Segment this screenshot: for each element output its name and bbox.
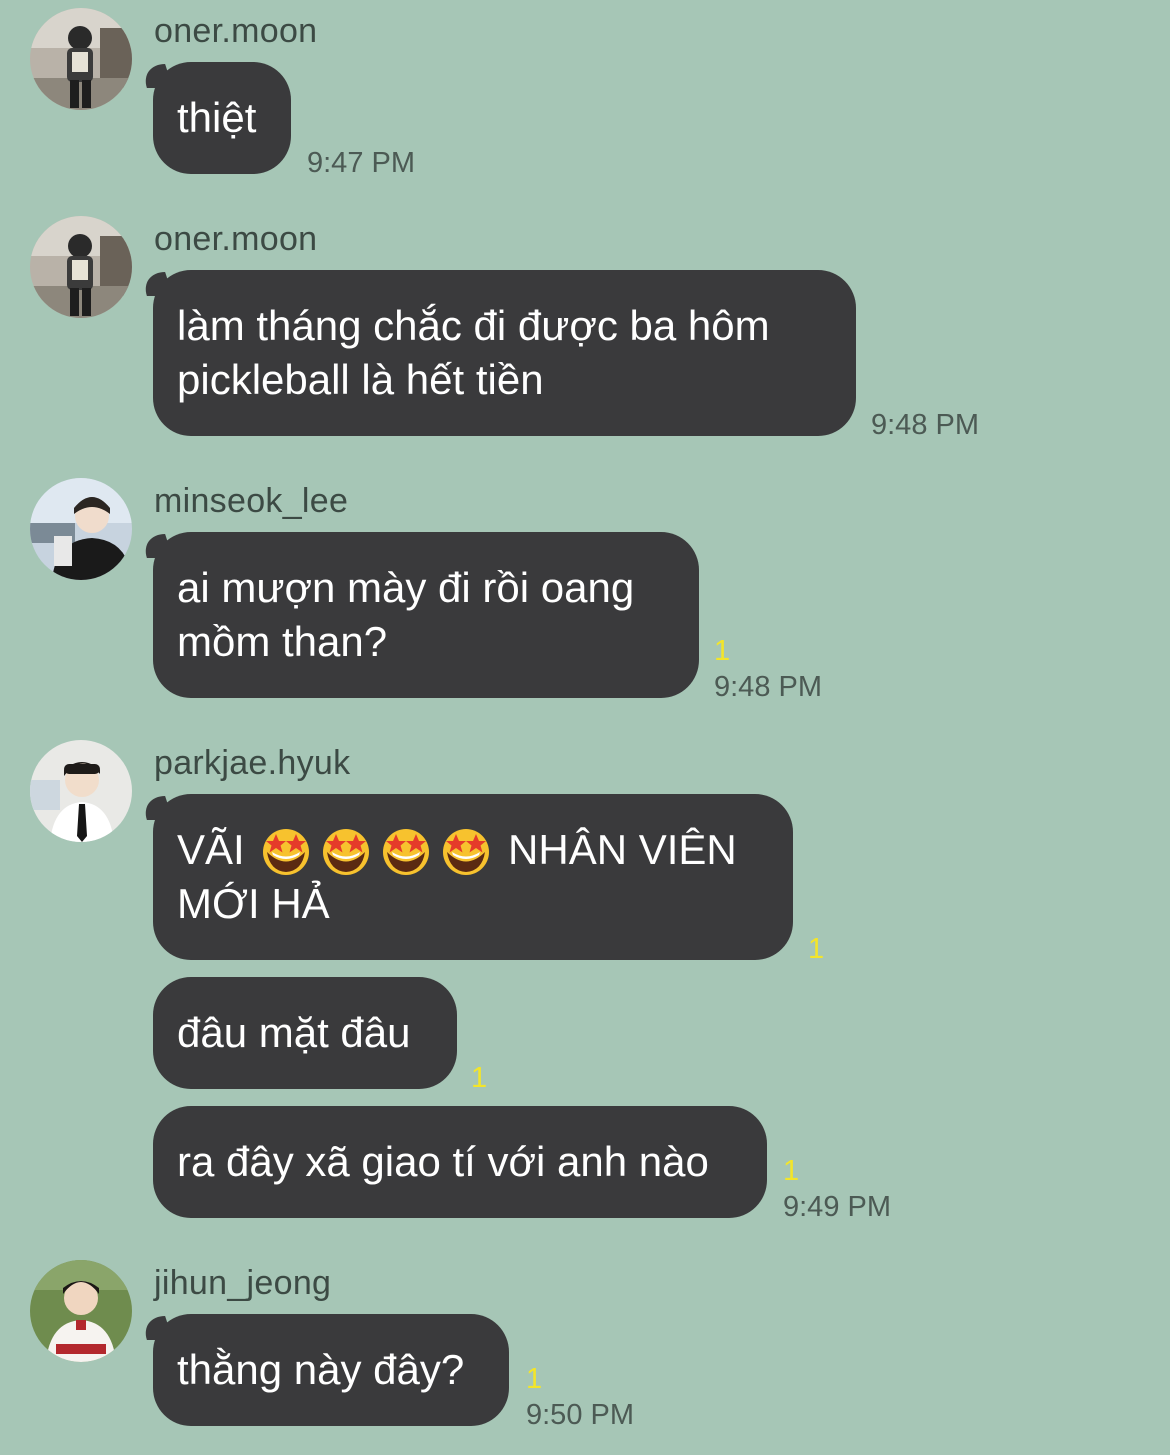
sender-name: parkjae.hyuk (154, 744, 351, 782)
avatar-jihun-jeong[interactable] (30, 1260, 132, 1362)
message-text: thằng này đây? (177, 1346, 465, 1393)
sender-name: oner.moon (154, 220, 318, 258)
message-bubble[interactable]: VÃI NHÂN VIÊN MỚI HẢ (153, 794, 793, 960)
unread-count: 1 (808, 933, 825, 965)
message-text: MỚI HẢ (177, 880, 330, 927)
avatar-oner-moon[interactable] (30, 216, 132, 318)
message-time: 9:47 PM (307, 147, 415, 179)
sender-name: jihun_jeong (154, 1264, 332, 1302)
message-bubble[interactable]: ra đây xã giao tí với anh nào (153, 1106, 767, 1218)
message-text: mồm than? (177, 618, 388, 665)
message-time: 9:48 PM (714, 671, 822, 703)
message-text: thiệt (177, 94, 257, 141)
star-struck-emoji-icon (443, 829, 490, 875)
star-struck-emoji-icon (383, 829, 430, 875)
message-text: đâu mặt đâu (177, 1009, 411, 1056)
star-struck-emoji-icon (323, 829, 370, 875)
unread-count: 1 (526, 1363, 543, 1395)
user-avatar-icon (30, 478, 132, 580)
avatar-minseok-lee[interactable] (30, 478, 132, 580)
sender-name: minseok_lee (154, 482, 349, 520)
message-text-prefix: VÃI (177, 826, 245, 873)
message-bubble[interactable]: làm tháng chắc đi được ba hôm pickleball… (153, 270, 856, 436)
unread-count: 1 (714, 635, 731, 667)
avatar-oner-moon[interactable] (30, 8, 132, 110)
message-text-suffix: NHÂN VIÊN (508, 826, 737, 873)
message-bubble[interactable]: ai mượn mày đi rồi oang mồm than? (153, 532, 699, 698)
user-avatar-icon (30, 8, 132, 110)
message-time: 9:48 PM (871, 409, 979, 441)
emoji-group (256, 826, 496, 875)
sender-name: oner.moon (154, 12, 318, 50)
message-time: 9:49 PM (783, 1191, 891, 1223)
unread-count: 1 (783, 1155, 800, 1187)
message-text: làm tháng chắc đi được ba hôm (177, 302, 770, 349)
message-text: pickleball là hết tiền (177, 356, 544, 403)
message-time: 9:50 PM (526, 1399, 634, 1431)
message-bubble[interactable]: thiệt (153, 62, 291, 174)
message-bubble[interactable]: thằng này đây? (153, 1314, 509, 1426)
user-avatar-icon (30, 1260, 132, 1362)
message-text: ai mượn mày đi rồi oang (177, 564, 635, 611)
star-struck-emoji-icon (263, 829, 310, 875)
message-bubble[interactable]: đâu mặt đâu (153, 977, 457, 1089)
user-avatar-icon (30, 740, 132, 842)
message-text: ra đây xã giao tí với anh nào (177, 1138, 709, 1185)
avatar-parkjae-hyuk[interactable] (30, 740, 132, 842)
message-text: VÃI NHÂN VIÊN (177, 823, 769, 877)
unread-count: 1 (471, 1062, 488, 1094)
user-avatar-icon (30, 216, 132, 318)
